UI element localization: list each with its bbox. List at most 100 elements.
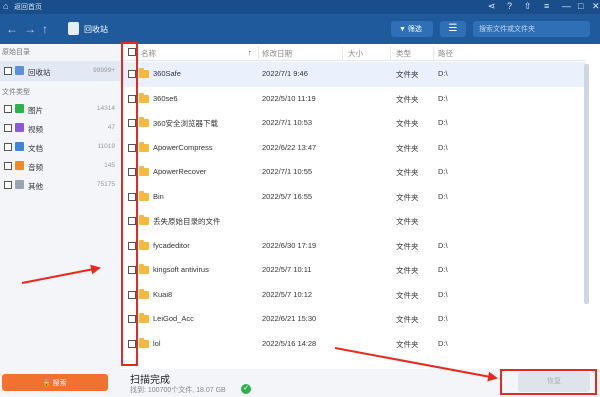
share-icon[interactable]: ⋖ bbox=[488, 1, 496, 12]
divider bbox=[258, 46, 259, 59]
help-icon[interactable]: ? bbox=[507, 1, 512, 11]
checkbox[interactable] bbox=[4, 105, 12, 113]
cell-type: 文件夹 bbox=[396, 315, 419, 324]
sidebar-item-other[interactable]: 其他 75175 bbox=[0, 175, 120, 195]
cell-date: 2022/5/10 11:19 bbox=[262, 93, 316, 103]
cell-name: 丢失原始目录的文件 bbox=[153, 217, 221, 226]
back-home-icon[interactable]: ⌂ bbox=[3, 1, 8, 11]
cell-path: D:\ bbox=[438, 314, 448, 323]
table-row[interactable]: 360安全浏览器下载 2022/7/1 10:53 文件夹 D:\ bbox=[120, 111, 586, 136]
maximize-icon[interactable]: □ bbox=[578, 1, 583, 11]
sidebar-item-label: 回收站 bbox=[28, 68, 51, 77]
cell-type: 文件夹 bbox=[396, 339, 419, 349]
cell-name: Kuai8 bbox=[153, 289, 173, 299]
lock-icon: 🔒 bbox=[42, 380, 53, 387]
table-row[interactable]: 360se6 2022/5/10 11:19 文件夹 D:\ bbox=[120, 87, 586, 112]
cell-path: D:\ bbox=[438, 93, 448, 103]
audio-icon bbox=[15, 161, 24, 170]
cell-date: 2022/7/1 10:53 bbox=[262, 118, 313, 127]
sidebar-item-images[interactable]: 图片 14314 bbox=[0, 99, 120, 119]
col-date[interactable]: 修改日期 bbox=[262, 48, 292, 59]
vertical-scrollbar[interactable] bbox=[584, 64, 589, 304]
sidebar: 原始目录 回收站 99999+ 文件类型 图片 14314 视频 47 文档 1… bbox=[0, 44, 120, 397]
back-home-label[interactable]: 返回首页 bbox=[14, 2, 42, 12]
cell-name: 360Safe bbox=[153, 69, 181, 78]
folder-icon bbox=[139, 92, 149, 103]
folder-icon bbox=[139, 337, 149, 348]
sidebar-item-count: 11019 bbox=[97, 143, 115, 150]
nav-back-icon[interactable]: ← bbox=[6, 22, 18, 36]
cell-name: LeiGod_Acc bbox=[153, 314, 194, 323]
cell-name: 360安全浏览器下载 bbox=[153, 119, 219, 128]
minimize-icon[interactable]: — bbox=[562, 1, 571, 11]
list-view-button[interactable]: ☰ bbox=[440, 21, 466, 37]
cell-path: D:\ bbox=[438, 167, 448, 176]
folder-icon bbox=[139, 288, 149, 299]
table-row[interactable]: 丢失原始目录的文件 文件夹 bbox=[120, 209, 586, 234]
table-header: 名称 ↑ 修改日期 大小 类型 路径 bbox=[120, 44, 586, 61]
cell-type: 文件夹 bbox=[396, 241, 419, 251]
folder-icon bbox=[139, 166, 149, 176]
cell-path: D:\ bbox=[438, 289, 448, 299]
nav-up-icon[interactable]: ↑ bbox=[42, 22, 48, 36]
checkbox[interactable] bbox=[4, 143, 12, 151]
table-row[interactable]: 360Safe 2022/7/1 9:46 文件夹 D:\ bbox=[120, 62, 586, 87]
col-name[interactable]: 名称 bbox=[141, 48, 156, 59]
menu-icon[interactable]: ≡ bbox=[544, 1, 549, 11]
sidebar-item-count: 14314 bbox=[96, 105, 115, 112]
divider bbox=[433, 46, 434, 59]
sidebar-item-count: 99999+ bbox=[93, 67, 115, 74]
upload-icon[interactable]: ⇧ bbox=[524, 1, 532, 12]
col-size[interactable]: 大小 bbox=[348, 48, 363, 59]
cell-date: 2022/5/7 10:11 bbox=[262, 265, 312, 274]
checkbox[interactable] bbox=[4, 162, 12, 170]
table-row[interactable]: fycadeditor 2022/6/30 17:19 文件夹 D:\ bbox=[120, 234, 586, 259]
search-input[interactable] bbox=[473, 21, 590, 37]
close-icon[interactable]: ✕ bbox=[592, 1, 600, 12]
folder-icon bbox=[139, 264, 149, 274]
annotation-checkbox-column-box bbox=[121, 42, 138, 366]
table-row[interactable]: Kuai8 2022/5/7 10:12 文件夹 D:\ bbox=[120, 283, 586, 308]
sidebar-item-label: 其他 bbox=[28, 182, 43, 191]
table-row[interactable]: ApowerCompress 2022/6/22 13:47 文件夹 D:\ bbox=[120, 136, 586, 161]
cell-date: 2022/7/1 9:46 bbox=[262, 69, 308, 78]
cell-path: D:\ bbox=[438, 240, 448, 250]
col-path[interactable]: 路径 bbox=[438, 48, 453, 59]
sidebar-item-recycle-bin[interactable]: 回收站 99999+ bbox=[0, 61, 120, 81]
cell-date: 2022/6/22 13:47 bbox=[262, 142, 317, 152]
scan-status: 扫描完成 bbox=[130, 375, 170, 386]
sort-asc-icon[interactable]: ↑ bbox=[248, 48, 252, 57]
cell-name: ApowerCompress bbox=[153, 142, 213, 152]
table-row[interactable]: kingsoft antivirus 2022/5/7 10:11 文件夹 D:… bbox=[120, 258, 586, 283]
recycle-bin-icon bbox=[15, 66, 24, 75]
section-file-type: 文件类型 bbox=[2, 89, 30, 96]
nav-forward-icon[interactable]: → bbox=[24, 22, 36, 36]
table-row[interactable]: lol 2022/5/16 14:28 文件夹 D:\ bbox=[120, 332, 586, 357]
col-type[interactable]: 类型 bbox=[396, 48, 411, 59]
sidebar-item-audio[interactable]: 音频 145 bbox=[0, 156, 120, 176]
file-table: 名称 ↑ 修改日期 大小 类型 路径 360Safe 2022/7/1 9:46… bbox=[120, 44, 600, 369]
table-row[interactable]: Bin 2022/5/7 16:55 文件夹 D:\ bbox=[120, 185, 586, 210]
folder-icon bbox=[139, 215, 149, 225]
cell-type: 文件夹 bbox=[396, 217, 419, 226]
sidebar-item-documents[interactable]: 文档 11019 bbox=[0, 137, 120, 157]
cell-path: D:\ bbox=[438, 118, 448, 127]
sidebar-item-label: 图片 bbox=[28, 106, 43, 115]
search-button[interactable]: 🔒 搜索 bbox=[2, 374, 108, 391]
divider bbox=[342, 46, 343, 59]
sidebar-item-count: 145 bbox=[104, 162, 115, 169]
title-bar: ⌂ 返回首页 ⋖ ? ⇧ ≡ — □ ✕ bbox=[0, 0, 600, 14]
checkbox[interactable] bbox=[4, 67, 12, 75]
sidebar-item-label: 文档 bbox=[28, 144, 43, 153]
cell-date: 2022/6/30 17:19 bbox=[262, 240, 317, 250]
checkbox[interactable] bbox=[4, 181, 12, 189]
checkbox[interactable] bbox=[4, 124, 12, 132]
filter-button[interactable]: ▼ 筛选 bbox=[391, 21, 433, 37]
sidebar-item-videos[interactable]: 视频 47 bbox=[0, 118, 120, 138]
cell-type: 文件夹 bbox=[396, 119, 419, 128]
table-row[interactable]: LeiGod_Acc 2022/6/21 15:30 文件夹 D:\ bbox=[120, 307, 586, 332]
table-row[interactable]: ApowerRecover 2022/7/1 10:55 文件夹 D:\ bbox=[120, 160, 586, 185]
section-original-directory: 原始目录 bbox=[2, 49, 30, 56]
folder-icon bbox=[139, 190, 149, 201]
document-icon bbox=[15, 142, 24, 151]
